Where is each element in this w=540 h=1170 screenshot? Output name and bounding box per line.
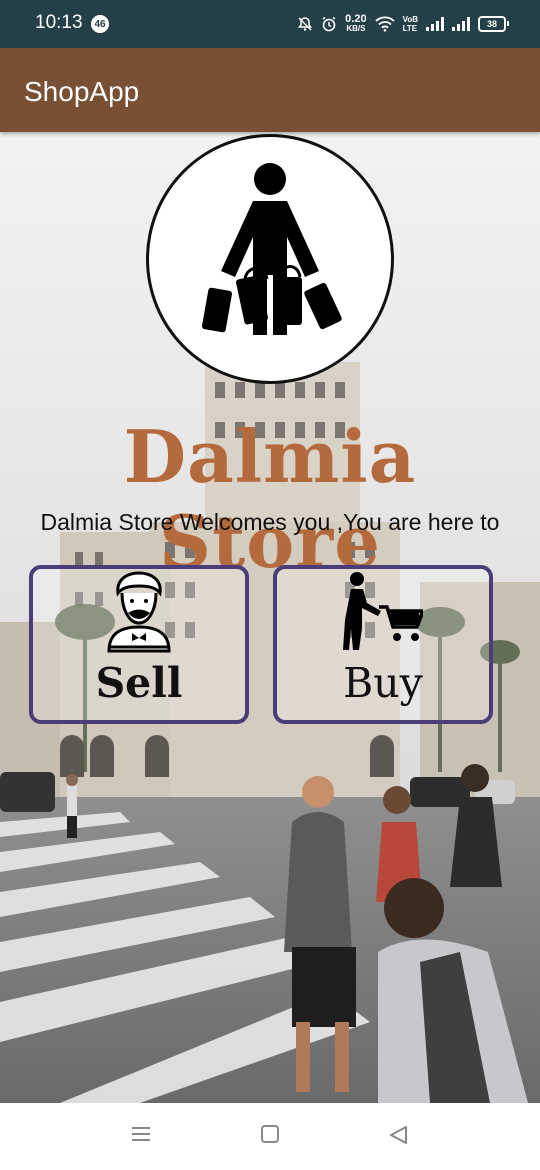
store-title: Dalmia Store: [123, 414, 417, 584]
navigation-bar: [0, 1103, 540, 1170]
volte-bottom: LTE: [402, 24, 418, 33]
alarm-icon: [322, 16, 336, 32]
home-icon[interactable]: [260, 1125, 280, 1143]
volte-top: VoB: [402, 15, 418, 24]
volte-indicator: VoB LTE: [403, 15, 418, 33]
status-bar: 10:13 46 0.20 KB/S VoB LTE 38: [0, 0, 540, 48]
welcome-text: Dalmia Store Welcomes you ,You are here …: [40, 509, 500, 535]
seller-man-icon: [107, 571, 171, 653]
signal-icon-2: [452, 17, 470, 31]
mute-bell-icon: [298, 17, 313, 31]
menu-icon[interactable]: [131, 1125, 151, 1143]
main-content: Dalmia Store Dalmia Store Welcomes you ,…: [0, 132, 540, 1103]
battery-level: 38: [486, 19, 497, 29]
battery-icon: 38: [478, 16, 509, 32]
status-icons: 0.20 KB/S VoB LTE 38: [297, 10, 509, 38]
speed-unit: KB/S: [346, 24, 366, 33]
signal-icon-1: [426, 17, 444, 31]
store-logo: [146, 134, 394, 384]
buy-label: Buy: [343, 659, 423, 707]
notification-badge: 46: [91, 15, 109, 33]
network-speed: 0.20 KB/S: [345, 13, 367, 34]
app-title: ShopApp: [24, 76, 140, 107]
speed-value: 0.20: [345, 13, 367, 25]
back-icon[interactable]: [388, 1125, 408, 1145]
cart-push-icon: [343, 572, 423, 650]
shopper-bags-icon: [202, 163, 342, 335]
status-time: 10:13: [35, 12, 83, 33]
wifi-icon: [374, 16, 395, 32]
sell-label: Sell: [95, 659, 183, 707]
app-bar: ShopApp: [0, 48, 540, 132]
buy-button[interactable]: Buy: [273, 565, 493, 724]
sell-button[interactable]: Sell: [29, 565, 249, 724]
